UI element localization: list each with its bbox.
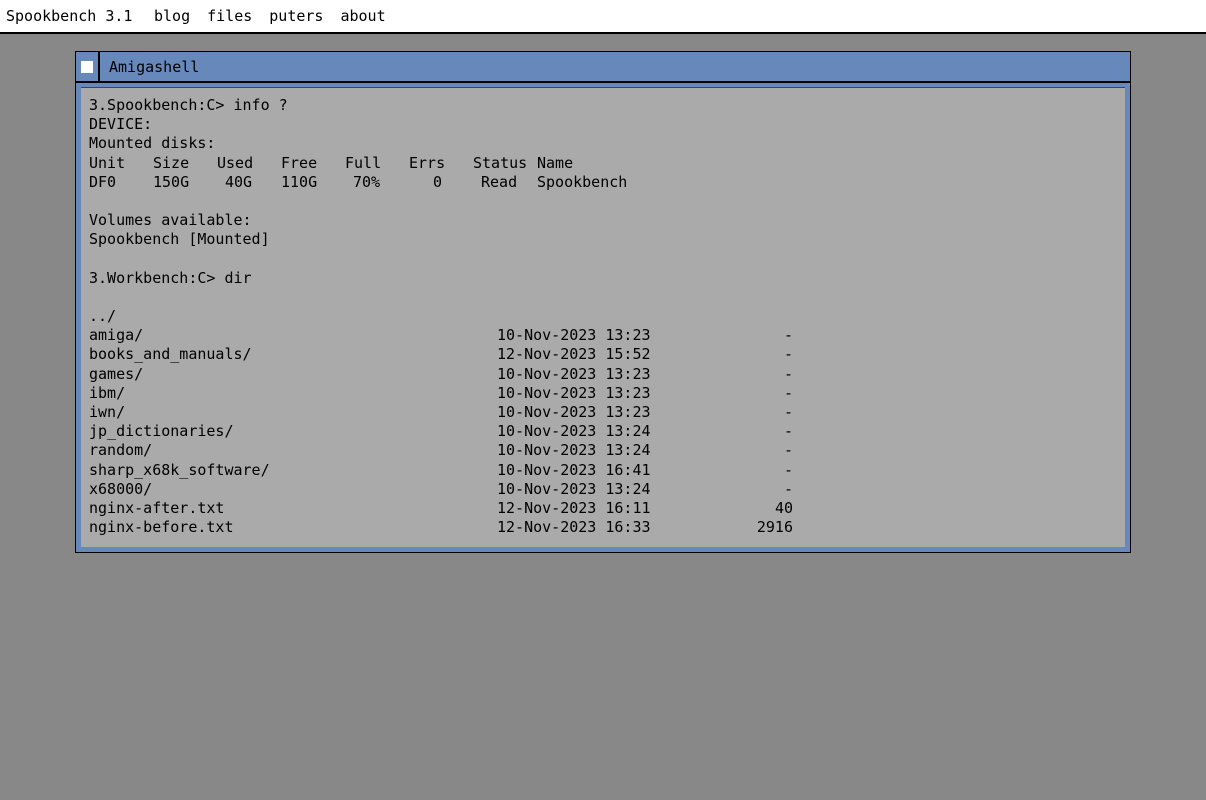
entry-date: 10-Nov-2023 13:23: [497, 364, 651, 383]
close-icon: [81, 60, 93, 73]
entry-date: 10-Nov-2023 13:24: [497, 479, 651, 498]
close-gadget-button[interactable]: [76, 52, 100, 81]
shell-prompt-info: 3.Spookbench:C> info ?: [89, 96, 288, 114]
entry-date: 12-Nov-2023 15:52: [497, 345, 651, 364]
disk-unit: DF0: [89, 172, 117, 191]
menubar-title: Spookbench 3.1: [6, 7, 133, 25]
disk-table-row: DF0 150G 40G 110G 70% 0 Read Spookbench: [89, 173, 1125, 192]
header-free: Free: [281, 153, 318, 172]
disk-used: 40G: [225, 172, 253, 191]
entry-name: jp_dictionaries/: [89, 422, 234, 441]
entry-date: 10-Nov-2023 13:23: [497, 403, 651, 421]
list-item[interactable]: books_and_manuals/ 12-Nov-2023 15:52 -: [89, 345, 1125, 364]
list-item[interactable]: iwn/ 10-Nov-2023 13:23 -: [89, 403, 1125, 422]
entry-name: sharp_x68k_software/: [89, 460, 270, 479]
entry-name: games/: [89, 364, 144, 383]
volumes-available-line: Volumes available:: [89, 211, 252, 230]
entry-size: -: [783, 364, 793, 383]
entry-name: x68000/: [89, 479, 153, 498]
header-name: Name: [537, 153, 574, 172]
menu-item-about[interactable]: about: [340, 7, 385, 25]
list-item[interactable]: sharp_x68k_software/ 10-Nov-2023 16:41 -: [89, 461, 1125, 480]
entry-size: 40: [774, 498, 793, 517]
disk-errs: 0: [433, 172, 443, 191]
entry-size: -: [783, 403, 793, 421]
disk-size: 150G: [153, 172, 190, 191]
entry-name: ibm/: [89, 383, 126, 402]
list-item[interactable]: amiga/ 10-Nov-2023 13:23 -: [89, 326, 1125, 345]
parent-dir-entry[interactable]: ../: [89, 307, 1125, 326]
entry-name: nginx-after.txt: [89, 498, 225, 517]
entry-name: random/: [89, 441, 153, 460]
entry-date: 10-Nov-2023 16:41: [497, 460, 651, 479]
list-item[interactable]: nginx-before.txt 12-Nov-2023 16:33 2916: [89, 518, 1125, 537]
mounted-disks-line: Mounted disks:: [89, 134, 216, 153]
entry-name: nginx-before.txt: [89, 518, 234, 537]
entry-size: -: [783, 479, 793, 498]
device-line: DEVICE:: [89, 115, 153, 134]
menubar: Spookbench 3.1 blog files puters about: [0, 0, 1206, 34]
entry-name: amiga/: [89, 326, 144, 345]
entry-date: 10-Nov-2023 13:23: [497, 383, 651, 402]
disk-name: Spookbench: [537, 172, 628, 191]
disk-full: 70%: [353, 172, 381, 191]
entry-size: -: [783, 326, 793, 345]
list-item[interactable]: random/ 10-Nov-2023 13:24 -: [89, 441, 1125, 460]
list-item[interactable]: ibm/ 10-Nov-2023 13:23 -: [89, 384, 1125, 403]
menu-item-blog[interactable]: blog: [154, 7, 190, 25]
entry-date: 12-Nov-2023 16:11: [497, 498, 651, 517]
entry-size: -: [783, 345, 793, 364]
header-full: Full: [345, 153, 382, 172]
entry-date: 10-Nov-2023 13:23: [497, 326, 651, 345]
entry-date: 10-Nov-2023 13:24: [497, 422, 651, 441]
entry-size: -: [783, 441, 793, 460]
header-used: Used: [217, 153, 254, 172]
header-errs: Errs: [409, 153, 446, 172]
entry-size: -: [783, 422, 793, 441]
header-unit: Unit: [89, 153, 126, 172]
amigashell-window: Amigashell 3.Spookbench:C> info ? DEVICE…: [75, 51, 1131, 553]
shell-prompt-dir: 3.Workbench:C> dir: [89, 268, 252, 287]
disk-table-header: Unit Size Used Free Full Errs Status Nam…: [89, 154, 1125, 173]
list-item[interactable]: nginx-after.txt 12-Nov-2023 16:11 40: [89, 499, 1125, 518]
list-item[interactable]: x68000/ 10-Nov-2023 13:24 -: [89, 480, 1125, 499]
entry-name: books_and_manuals/: [89, 345, 252, 364]
disk-free: 110G: [281, 172, 318, 191]
header-status: Status: [473, 153, 528, 172]
entry-date: 12-Nov-2023 16:33: [497, 518, 651, 537]
menu-item-files[interactable]: files: [207, 7, 252, 25]
entry-date: 10-Nov-2023 13:24: [497, 441, 651, 460]
window-titlebar[interactable]: Amigashell: [76, 52, 1130, 83]
header-size: Size: [153, 153, 190, 172]
entry-size: -: [783, 383, 793, 402]
list-item[interactable]: games/ 10-Nov-2023 13:23 -: [89, 365, 1125, 384]
disk-status: Read: [481, 172, 518, 191]
volume-entry: Spookbench [Mounted]: [89, 230, 270, 249]
window-title: Amigashell: [109, 57, 200, 76]
menu-item-puters[interactable]: puters: [269, 7, 323, 25]
list-item[interactable]: jp_dictionaries/ 10-Nov-2023 13:24 -: [89, 422, 1125, 441]
entry-size: -: [783, 460, 793, 479]
shell-output[interactable]: 3.Spookbench:C> info ? DEVICE: Mounted d…: [81, 87, 1125, 547]
entry-size: 2916: [756, 518, 793, 537]
entry-name: iwn/: [89, 403, 126, 421]
